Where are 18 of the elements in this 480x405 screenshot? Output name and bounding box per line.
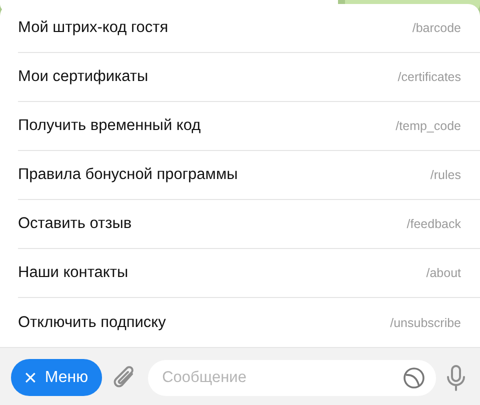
menu-item[interactable]: Отключить подписку	[18, 314, 166, 332]
menu-button[interactable]: × Меню	[11, 359, 102, 396]
command-name: /rules	[430, 168, 461, 182]
menu-item[interactable]: Наши контакты	[18, 264, 128, 282]
microphone-icon[interactable]	[446, 364, 466, 392]
command-name: /about	[426, 266, 461, 280]
menu-item[interactable]: Мои сертификаты	[18, 68, 148, 86]
menu-item[interactable]: Мой штрих-код гостя	[18, 19, 168, 37]
sticker-icon[interactable]	[402, 366, 426, 390]
command-name: /temp_code	[396, 119, 461, 133]
command-name: /unsubscribe	[390, 316, 461, 330]
message-field[interactable]: Сообщение	[148, 360, 436, 396]
menu-item[interactable]: Получить временный код	[18, 117, 201, 135]
command-name: /certificates	[398, 70, 461, 84]
menu-item[interactable]: Правила бонусной программы	[18, 166, 238, 184]
command-name: /feedback	[406, 217, 461, 231]
command-name: /barcode	[412, 21, 461, 35]
menu-item[interactable]: Оставить отзыв	[18, 215, 132, 233]
